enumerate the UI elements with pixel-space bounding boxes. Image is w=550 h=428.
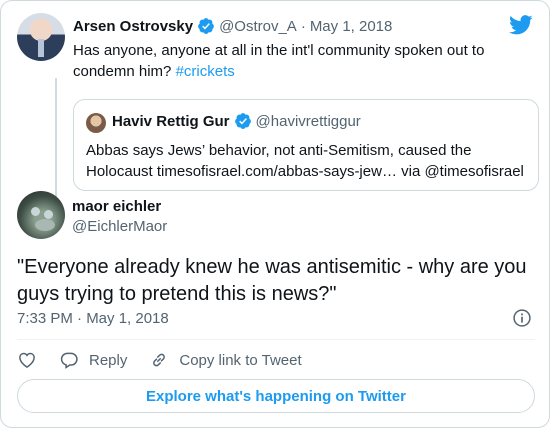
- parent-tweet-header: Arsen Ostrovsky @Ostrov_A · May 1, 2018: [73, 17, 392, 35]
- copy-link-button[interactable]: Copy link to Tweet: [149, 350, 302, 370]
- verified-badge-icon: [198, 18, 214, 34]
- hashtag-link[interactable]: #crickets: [176, 63, 235, 80]
- quoted-tweet-text: Abbas says Jews’ behavior, not anti-Semi…: [86, 142, 524, 180]
- action-bar: Reply Copy link to Tweet: [17, 347, 324, 373]
- avatar[interactable]: [86, 113, 106, 133]
- author-name[interactable]: Haviv Rettig Gur: [112, 113, 230, 130]
- author-handle[interactable]: @EichlerMaor: [72, 218, 167, 235]
- info-icon[interactable]: [512, 308, 532, 328]
- avatar[interactable]: [17, 191, 65, 239]
- tweet-timestamp[interactable]: 7:33 PM · May 1, 2018: [17, 310, 169, 327]
- author-name[interactable]: Arsen Ostrovsky: [73, 18, 193, 35]
- avatar[interactable]: [17, 13, 65, 61]
- author-handle[interactable]: @havivrettiggur: [256, 113, 361, 130]
- author-handle[interactable]: @Ostrov_A: [219, 18, 297, 35]
- tweet-date[interactable]: May 1, 2018: [310, 18, 393, 35]
- reply-icon: [60, 352, 78, 369]
- divider: [17, 339, 535, 340]
- parent-tweet[interactable]: Arsen Ostrovsky @Ostrov_A · May 1, 2018 …: [17, 13, 539, 198]
- author-name[interactable]: maor eichler: [72, 198, 161, 215]
- copy-link-label: Copy link to Tweet: [179, 351, 302, 369]
- explore-twitter-button[interactable]: Explore what's happening on Twitter: [17, 379, 535, 413]
- tweet-body: "Everyone already knew he was antisemiti…: [17, 256, 527, 305]
- verified-badge-icon: [234, 113, 251, 129]
- embedded-tweet-card: Arsen Ostrovsky @Ostrov_A · May 1, 2018 …: [0, 0, 550, 428]
- link-icon: [153, 353, 166, 367]
- quoted-tweet-header: Haviv Rettig Gur @havivrettiggur: [112, 112, 361, 130]
- separator: ·: [300, 17, 306, 35]
- parent-tweet-text: Has anyone, anyone at all in the int'l c…: [73, 40, 528, 82]
- like-button[interactable]: [17, 350, 37, 370]
- thread-connector: [55, 78, 57, 198]
- reply-label: Reply: [89, 351, 128, 369]
- twitter-bird-icon[interactable]: [509, 15, 533, 35]
- tweet-body: Has anyone, anyone at all in the int'l c…: [73, 42, 485, 80]
- reply-button[interactable]: Reply: [59, 350, 127, 370]
- quoted-tweet[interactable]: Haviv Rettig Gur @havivrettiggur Abbas s…: [73, 99, 539, 191]
- heart-icon: [19, 352, 35, 368]
